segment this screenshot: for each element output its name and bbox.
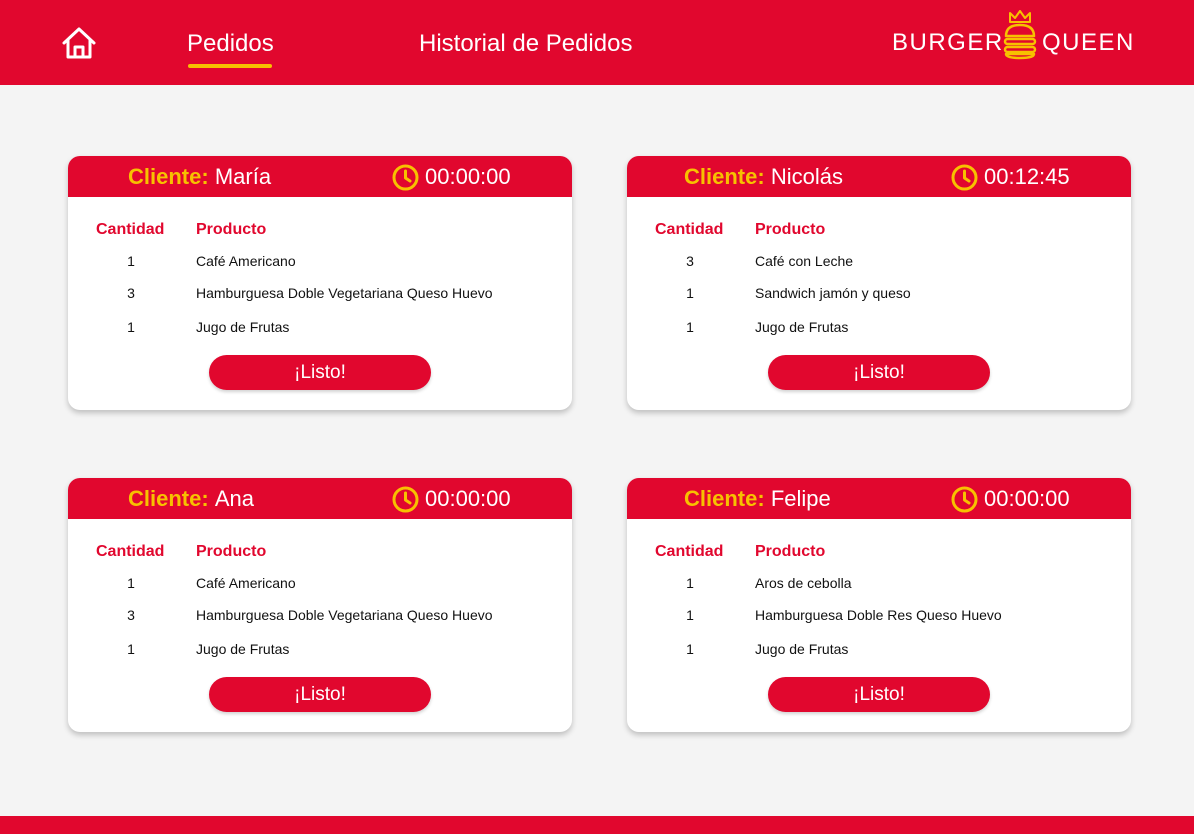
product-column-header: Producto (196, 543, 267, 560)
burger-crown-icon (1003, 10, 1037, 60)
logo-text-burger: BURGER (892, 29, 1004, 56)
logo-text-queen: QUEEN (1042, 29, 1135, 56)
item-product: Jugo de Frutas (755, 319, 849, 335)
ready-button[interactable]: ¡Listo! (768, 355, 990, 390)
client-name: Nicolás (770, 164, 843, 189)
item-quantity: 1 (127, 253, 135, 269)
top-navigation-bar: Pedidos Historial de Pedidos BURGER QUEE… (0, 0, 1194, 85)
item-quantity: 1 (127, 319, 135, 335)
client-label: Cliente: Felipe (684, 486, 831, 512)
item-product: Aros de cebolla (755, 575, 852, 591)
client-label-text: Cliente: (684, 486, 765, 511)
client-name: Felipe (770, 486, 831, 511)
item-product: Café Americano (196, 253, 296, 269)
timer-value: 00:00:00 (984, 486, 1070, 511)
order-card: Cliente: Nicolás 00:12:45 Cantidad Produ… (627, 156, 1131, 410)
item-product: Café Americano (196, 575, 296, 591)
item-product: Sandwich jamón y queso (755, 285, 911, 301)
ready-button[interactable]: ¡Listo! (209, 355, 431, 390)
client-label-text: Cliente: (128, 164, 209, 189)
item-quantity: 1 (686, 319, 694, 335)
clock-icon (951, 486, 978, 513)
item-quantity: 1 (686, 607, 694, 623)
item-product: Jugo de Frutas (196, 319, 290, 335)
clock-icon (392, 164, 419, 191)
item-product: Hamburguesa Doble Vegetariana Queso Huev… (196, 285, 493, 301)
order-card: Cliente: Ana 00:00:00 Cantidad Producto … (68, 478, 572, 732)
product-column-header: Producto (196, 221, 267, 238)
active-tab-indicator (188, 64, 272, 68)
order-card-header: Cliente: Felipe 00:00:00 (627, 478, 1131, 519)
clock-icon (951, 164, 978, 191)
nav-tab-pedidos[interactable]: Pedidos (187, 30, 274, 58)
item-product: Café con Leche (755, 253, 854, 269)
timer-value: 00:00:00 (425, 164, 511, 189)
timer-value: 00:12:45 (984, 164, 1070, 189)
timer-value: 00:00:00 (425, 486, 511, 511)
home-icon[interactable] (60, 24, 98, 62)
product-column-header: Producto (755, 221, 826, 238)
ready-button[interactable]: ¡Listo! (209, 677, 431, 712)
client-label: Cliente: Nicolás (684, 164, 843, 190)
client-label-text: Cliente: (684, 164, 765, 189)
item-quantity: 3 (127, 285, 135, 301)
order-card-header: Cliente: Nicolás 00:12:45 (627, 156, 1131, 197)
item-product: Hamburguesa Doble Res Queso Huevo (755, 607, 1002, 623)
nav-tab-historial-de-pedidos[interactable]: Historial de Pedidos (419, 30, 632, 58)
product-column-header: Producto (755, 543, 826, 560)
ready-button[interactable]: ¡Listo! (768, 677, 990, 712)
quantity-column-header: Cantidad (96, 221, 165, 238)
order-card-header: Cliente: María 00:00:00 (68, 156, 572, 197)
quantity-column-header: Cantidad (655, 543, 724, 560)
brand-logo: BURGER QUEEN (892, 10, 1136, 62)
bottom-bar (0, 816, 1194, 834)
item-quantity: 1 (127, 575, 135, 591)
item-quantity: 1 (686, 575, 694, 591)
item-quantity: 1 (686, 285, 694, 301)
quantity-column-header: Cantidad (96, 543, 165, 560)
item-product: Jugo de Frutas (196, 641, 290, 657)
item-product: Hamburguesa Doble Vegetariana Queso Huev… (196, 607, 493, 623)
client-label: Cliente: Ana (128, 486, 254, 512)
client-label: Cliente: María (128, 164, 271, 190)
order-card-header: Cliente: Ana 00:00:00 (68, 478, 572, 519)
order-card: Cliente: María 00:00:00 Cantidad Product… (68, 156, 572, 410)
item-quantity: 1 (686, 641, 694, 657)
item-quantity: 3 (127, 607, 135, 623)
item-quantity: 1 (127, 641, 135, 657)
client-name: María (214, 164, 272, 189)
item-quantity: 3 (686, 253, 694, 269)
quantity-column-header: Cantidad (655, 221, 724, 238)
client-name: Ana (214, 486, 254, 511)
clock-icon (392, 486, 419, 513)
client-label-text: Cliente: (128, 486, 209, 511)
home-icon-glyph (62, 27, 96, 59)
item-product: Jugo de Frutas (755, 641, 849, 657)
order-card: Cliente: Felipe 00:00:00 Cantidad Produc… (627, 478, 1131, 732)
